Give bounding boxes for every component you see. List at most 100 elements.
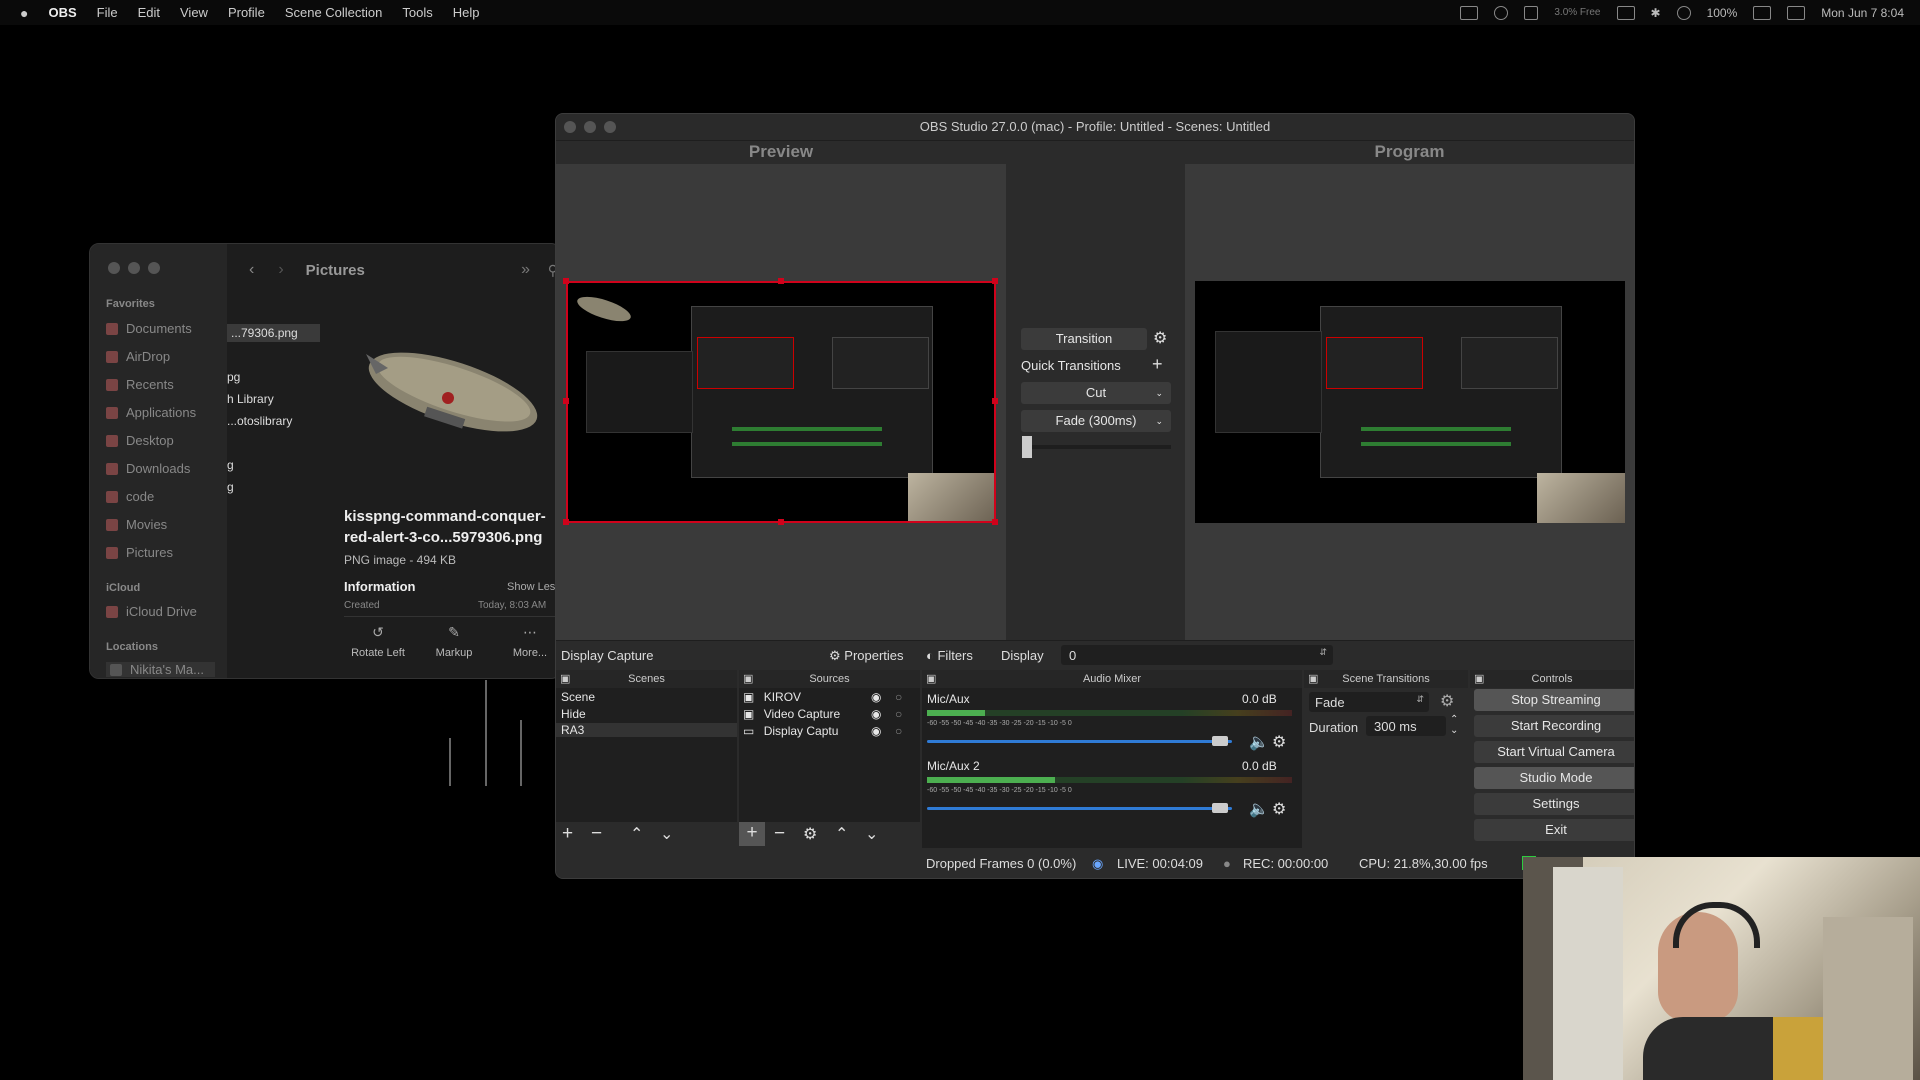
show-less-link[interactable]: Show Less	[507, 581, 559, 593]
duration-spinbox[interactable]: 300 ms	[1366, 716, 1446, 736]
zoom-dot-icon[interactable]	[148, 262, 160, 274]
volume-fader[interactable]	[927, 740, 1232, 743]
transition-select[interactable]: Fade ⇵	[1309, 692, 1429, 712]
source-row-video-capture[interactable]: ▣ Video Capture ◉ ○	[743, 707, 917, 721]
sidebar-item-pictures[interactable]: Pictures	[106, 545, 173, 560]
resize-handle[interactable]	[778, 519, 784, 525]
sidebar-item-code[interactable]: code	[106, 489, 154, 504]
bluetooth-icon[interactable]: ✱	[1651, 6, 1661, 20]
exit-button[interactable]: Exit	[1474, 819, 1634, 841]
lock-icon[interactable]: ○	[895, 707, 902, 721]
minimize-dot-icon[interactable]	[128, 262, 140, 274]
move-down-icon[interactable]: ⌄	[660, 824, 673, 844]
battery-percent[interactable]: 100%	[1707, 6, 1738, 20]
list-item[interactable]: Scene	[561, 690, 731, 704]
start-recording-button[interactable]: Start Recording	[1474, 715, 1634, 737]
transition-gear-icon[interactable]: ⚙	[1153, 328, 1167, 348]
rotate-left-button[interactable]: ↺ Rotate Left	[348, 624, 408, 659]
control-center-icon[interactable]	[1787, 5, 1806, 20]
lock-icon[interactable]: ○	[895, 724, 902, 738]
float-icon[interactable]: ▣	[743, 670, 753, 688]
eye-icon[interactable]: ◉	[871, 707, 881, 721]
memory-status[interactable]: 3.0% Free	[1554, 7, 1600, 18]
menu-edit[interactable]: Edit	[138, 5, 160, 20]
close-dot-icon[interactable]	[564, 121, 576, 133]
lock-icon[interactable]: ○	[895, 690, 902, 704]
eye-icon[interactable]: ◉	[871, 690, 881, 704]
menu-profile[interactable]: Profile	[228, 5, 265, 20]
sidebar-item-movies[interactable]: Movies	[106, 517, 167, 532]
markup-button[interactable]: ✎ Markup	[424, 624, 484, 659]
resize-handle[interactable]	[563, 398, 569, 404]
display-select[interactable]: 0 ⇵	[1061, 645, 1333, 665]
resize-handle[interactable]	[563, 278, 569, 284]
menu-app-name[interactable]: OBS	[48, 5, 76, 20]
forward-icon[interactable]: ›	[278, 261, 283, 279]
volume-fader-knob[interactable]	[1212, 736, 1228, 746]
transition-button[interactable]: Transition	[1021, 328, 1147, 350]
list-item[interactable]: g	[227, 458, 234, 472]
float-icon[interactable]: ▣	[1474, 670, 1484, 688]
sidebar-item-icloud-drive[interactable]: iCloud Drive	[106, 604, 197, 619]
filters-button[interactable]: ◐ Filters	[926, 648, 973, 663]
sidebar-item-downloads[interactable]: Downloads	[106, 461, 190, 476]
channel-gear-icon[interactable]: ⚙	[1272, 732, 1286, 752]
float-icon[interactable]: ▣	[560, 670, 570, 688]
transition-settings-gear-icon[interactable]: ⚙	[1440, 691, 1454, 711]
add-source-icon[interactable]: +	[739, 822, 765, 846]
zoom-dot-icon[interactable]	[604, 121, 616, 133]
more-toolbar-icon[interactable]: »	[521, 261, 530, 279]
sidebar-item-recents[interactable]: Recents	[106, 377, 174, 392]
sidebar-item-applications[interactable]: Applications	[106, 405, 196, 420]
close-dot-icon[interactable]	[108, 262, 120, 274]
speaker-icon[interactable]: 🔈	[1249, 732, 1269, 752]
minimize-dot-icon[interactable]	[584, 121, 596, 133]
source-row-display-capture[interactable]: ▭ Display Captu ◉ ○	[743, 724, 917, 738]
menu-clock[interactable]: Mon Jun 7 8:04	[1821, 6, 1904, 20]
float-icon[interactable]: ▣	[926, 670, 936, 688]
studio-mode-button[interactable]: Studio Mode	[1474, 767, 1634, 789]
source-row-kirov[interactable]: ▣ KIROV ◉ ○	[743, 690, 917, 704]
info-icon[interactable]	[1676, 5, 1691, 20]
resize-handle[interactable]	[992, 519, 998, 525]
cloud-icon[interactable]	[1460, 5, 1479, 20]
channel-gear-icon[interactable]: ⚙	[1272, 799, 1286, 819]
list-item[interactable]: h Library	[227, 392, 274, 406]
menu-scene-collection[interactable]: Scene Collection	[285, 5, 383, 20]
stop-streaming-button[interactable]: Stop Streaming	[1474, 689, 1634, 711]
fade-transition-button[interactable]: Fade (300ms) ⌄	[1021, 410, 1171, 432]
list-item[interactable]: g	[227, 480, 234, 494]
list-item[interactable]: RA3	[556, 723, 737, 737]
move-up-icon[interactable]: ⌃	[630, 824, 643, 844]
sidebar-item-airdrop[interactable]: AirDrop	[106, 349, 170, 364]
move-down-icon[interactable]: ⌄	[865, 824, 878, 844]
resize-handle[interactable]	[992, 398, 998, 404]
source-gear-icon[interactable]: ⚙	[803, 824, 817, 844]
grid-icon[interactable]	[1524, 5, 1539, 20]
remove-source-icon[interactable]: −	[774, 823, 785, 845]
resize-handle[interactable]	[563, 519, 569, 525]
properties-button[interactable]: ⚙ Properties	[829, 648, 904, 664]
menu-tools[interactable]: Tools	[402, 5, 432, 20]
list-item[interactable]: Hide	[561, 707, 731, 721]
t-bar-handle[interactable]	[1022, 436, 1032, 458]
volume-fader-knob[interactable]	[1212, 803, 1228, 813]
battery-icon[interactable]	[1753, 5, 1772, 20]
cc-icon[interactable]	[1616, 5, 1635, 20]
decrement-icon[interactable]: ⌄	[1450, 725, 1458, 736]
cut-transition-button[interactable]: Cut ⌄	[1021, 382, 1171, 404]
eye-icon[interactable]: ◉	[871, 724, 881, 738]
resize-handle[interactable]	[992, 278, 998, 284]
list-item[interactable]: pg	[227, 370, 240, 384]
settings-button[interactable]: Settings	[1474, 793, 1634, 815]
sidebar-item-desktop[interactable]: Desktop	[106, 433, 174, 448]
add-scene-icon[interactable]: +	[562, 823, 573, 845]
resize-handle[interactable]	[778, 278, 784, 284]
menu-help[interactable]: Help	[453, 5, 480, 20]
remove-scene-icon[interactable]: −	[591, 823, 602, 845]
sidebar-item-documents[interactable]: Documents	[106, 321, 192, 336]
more-button[interactable]: ⋯ More...	[500, 624, 560, 659]
list-item[interactable]: ...79306.png	[227, 324, 320, 342]
float-icon[interactable]: ▣	[1308, 670, 1318, 688]
clock-icon[interactable]	[1494, 5, 1509, 20]
